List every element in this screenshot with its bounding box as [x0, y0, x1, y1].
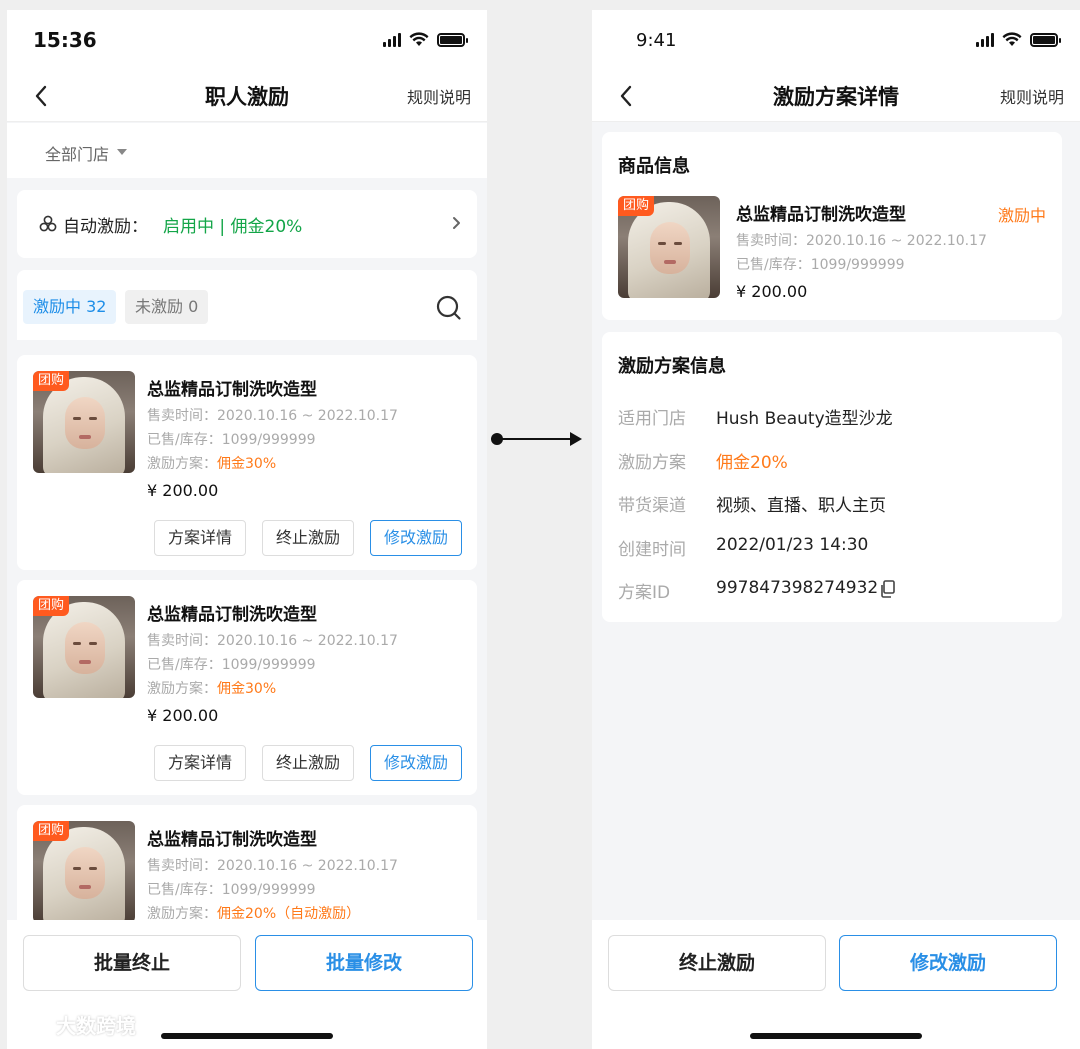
tab-not-incentivized[interactable]: 未激励 0 — [125, 290, 209, 324]
tri-circle-icon — [39, 215, 57, 232]
tab-incentivized[interactable]: 激励中 32 — [23, 290, 117, 324]
system-icons — [383, 32, 468, 47]
edit-incentive-button[interactable]: 修改激励 — [370, 745, 462, 781]
plan-detail-button[interactable]: 方案详情 — [154, 520, 246, 556]
bottom-action-bar: 终止激励 修改激励 — [592, 920, 1080, 1049]
wifi-icon — [409, 32, 429, 46]
product-thumbnail: 团购 — [618, 196, 720, 298]
edit-incentive-button[interactable]: 修改激励 — [839, 935, 1057, 991]
rules-link[interactable]: 规则说明 — [1000, 84, 1064, 108]
battery-icon — [1030, 32, 1061, 47]
store-filter-bar: 全部门店 — [7, 123, 487, 178]
product-list-panel: 激励中 32 未激励 0 团购 总监精品订制洗吹造型 售卖时间：2020.10.… — [7, 270, 487, 1020]
auto-incentive-row[interactable]: 自动激励： 启用中 | 佣金20% — [17, 190, 477, 258]
status-time: 15:36 — [33, 28, 97, 52]
plan-info-panel: 激励方案信息 适用门店 Hush Beauty造型沙龙 激励方案 佣金20% 带货渠… — [602, 332, 1062, 622]
product-thumbnail: 团购 — [33, 596, 135, 698]
left-screen: 15:36 职人激励 规则说明 全部门店 自动激励： 启用中 | 佣金20% 激… — [7, 10, 487, 1049]
product-info-panel: 商品信息 团购 总监精品订制洗吹造型 激励中 售卖时间：2020.10.16 ~… — [602, 132, 1062, 320]
signal-icon — [976, 32, 994, 47]
edit-incentive-button[interactable]: 修改激励 — [370, 520, 462, 556]
watermark-text: 大数跨境 — [56, 1014, 136, 1038]
status-time: 9:41 — [636, 30, 677, 51]
sale-time: 售卖时间：2020.10.16 ~ 2022.10.17 — [736, 233, 987, 249]
store-filter-dropdown[interactable]: 全部门店 — [45, 141, 109, 165]
wifi-icon — [1002, 32, 1022, 46]
product-card: 团购 总监精品订制洗吹造型 售卖时间：2020.10.16 ~ 2022.10.… — [17, 355, 477, 570]
group-buy-badge: 团购 — [618, 196, 655, 216]
product-card: 团购 总监精品订制洗吹造型 售卖时间：2020.10.16 ~ 2022.10.… — [17, 580, 477, 795]
home-indicator — [161, 1033, 333, 1039]
group-buy-badge: 团购 — [33, 821, 70, 841]
signal-icon — [383, 32, 401, 47]
auto-incentive-label: 自动激励： — [63, 217, 148, 237]
sold-stock: 已售/库存：1099/999999 — [147, 432, 316, 448]
incentive-plan: 激励方案：佣金30% — [147, 456, 277, 472]
product-thumbnail: 团购 — [33, 371, 135, 473]
copy-icon[interactable] — [880, 580, 896, 598]
caret-down-icon — [117, 149, 127, 155]
sold-stock: 已售/库存：1099/999999 — [147, 882, 316, 898]
battery-icon — [437, 32, 468, 47]
sale-time: 售卖时间：2020.10.16 ~ 2022.10.17 — [147, 858, 398, 874]
group-buy-badge: 团购 — [33, 371, 70, 391]
product-name: 总监精品订制洗吹造型 — [147, 830, 317, 850]
product-thumbnail: 团购 — [33, 821, 135, 923]
nav-bar: 职人激励 规则说明 — [7, 70, 487, 122]
sale-time: 售卖时间：2020.10.16 ~ 2022.10.17 — [147, 408, 398, 424]
batch-stop-button[interactable]: 批量终止 — [23, 935, 241, 991]
watermark-logo-icon — [10, 1014, 50, 1035]
stop-incentive-button[interactable]: 终止激励 — [608, 935, 826, 991]
search-icon[interactable] — [435, 294, 463, 322]
incentive-status-tag: 激励中 — [997, 206, 1046, 225]
stop-incentive-button[interactable]: 终止激励 — [262, 520, 354, 556]
status-bar: 9:41 — [592, 10, 1080, 70]
flow-arrow-icon — [491, 432, 582, 446]
stop-incentive-button[interactable]: 终止激励 — [262, 745, 354, 781]
product-price: ¥ 200.00 — [147, 706, 219, 725]
chevron-right-icon — [453, 217, 460, 229]
auto-incentive-value: 启用中 | 佣金20% — [163, 217, 303, 237]
watermark: 大数跨境 — [10, 1010, 136, 1039]
section-title: 激励方案信息 — [618, 356, 726, 377]
system-icons — [976, 32, 1061, 47]
product-name: 总监精品订制洗吹造型 — [736, 205, 906, 225]
sold-stock: 已售/库存：1099/999999 — [147, 657, 316, 673]
product-price: ¥ 200.00 — [736, 282, 808, 301]
batch-edit-button[interactable]: 批量修改 — [255, 935, 473, 991]
plan-detail-button[interactable]: 方案详情 — [154, 745, 246, 781]
product-name: 总监精品订制洗吹造型 — [147, 605, 317, 625]
section-title: 商品信息 — [618, 156, 690, 177]
home-indicator — [750, 1033, 922, 1039]
product-name: 总监精品订制洗吹造型 — [147, 380, 317, 400]
right-screen: 9:41 激励方案详情 规则说明 商品信息 团购 总监精品订制洗吹造型 激励中 … — [592, 10, 1080, 1049]
rules-link[interactable]: 规则说明 — [407, 84, 471, 108]
sale-time: 售卖时间：2020.10.16 ~ 2022.10.17 — [147, 633, 398, 649]
status-bar: 15:36 — [7, 10, 487, 70]
incentive-plan: 激励方案：佣金30% — [147, 681, 277, 697]
sold-stock: 已售/库存：1099/999999 — [736, 257, 905, 273]
group-buy-badge: 团购 — [33, 596, 70, 616]
nav-bar: 激励方案详情 规则说明 — [592, 70, 1080, 122]
product-price: ¥ 200.00 — [147, 481, 219, 500]
